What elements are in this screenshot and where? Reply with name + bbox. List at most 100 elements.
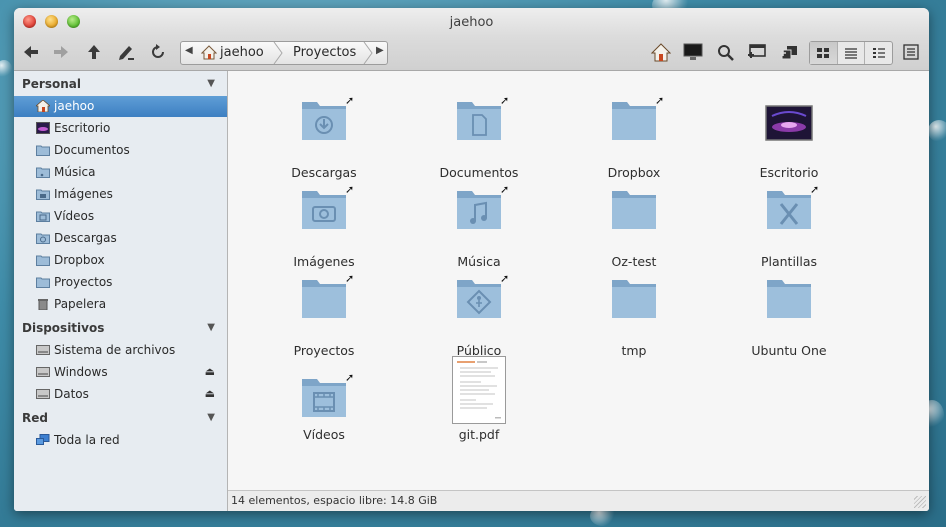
home-icon: [651, 42, 671, 61]
folder-pictures-icon: [302, 191, 346, 229]
file-item-descargas[interactable]: ➚ Descargas: [259, 94, 389, 182]
sidebar-item-imagenes[interactable]: Imágenes: [14, 184, 227, 205]
collapse-caret-icon[interactable]: ▼: [207, 322, 215, 333]
edit-location-button[interactable]: [115, 41, 137, 63]
arrow-right-icon: [54, 46, 68, 58]
menu-icon: [903, 44, 919, 60]
new-tab-icon: [748, 44, 766, 58]
sidebar-item-videos[interactable]: Vídeos: [14, 206, 227, 227]
arrow-up-icon: [88, 45, 100, 59]
new-window-icon: [780, 46, 797, 60]
new-tab-button[interactable]: [746, 41, 768, 63]
file-item-oz-test[interactable]: Oz-test: [569, 183, 699, 271]
icon-view-button[interactable]: [810, 42, 838, 64]
collapse-caret-icon[interactable]: ▼: [207, 78, 215, 89]
desktop-icon: [36, 122, 50, 134]
file-item-git-pdf[interactable]: git.pdf: [414, 355, 544, 443]
file-item-ubuntu-one[interactable]: Ubuntu One: [724, 272, 854, 360]
sidebar-item-sistema-de-archivos[interactable]: Sistema de archivos: [14, 340, 227, 361]
file-item-dropbox[interactable]: ➚ Dropbox: [569, 94, 699, 182]
sidebar-item-label: Documentos: [54, 143, 130, 157]
sidebar-item-label: Imágenes: [54, 187, 113, 201]
drive-icon: [36, 389, 50, 399]
sidebar-item-musica[interactable]: Música: [14, 162, 227, 183]
resize-grip[interactable]: [914, 496, 926, 508]
sidebar-item-jaehoo[interactable]: jaehoo: [14, 96, 227, 117]
compact-view-button[interactable]: [865, 42, 892, 64]
sidebar-section-personal[interactable]: Personal: [22, 77, 81, 91]
forward-button[interactable]: [50, 41, 72, 63]
window-title: jaehoo: [449, 15, 494, 30]
sidebar-item-documentos[interactable]: Documentos: [14, 140, 227, 161]
file-item-tmp[interactable]: tmp: [569, 272, 699, 360]
sidebar-item-datos[interactable]: Datos ⏏: [14, 384, 227, 405]
symlink-arrow-icon: ➚: [500, 183, 510, 196]
drive-icon: [36, 345, 50, 355]
sidebar-item-label: Dropbox: [54, 253, 105, 267]
monitor-icon: [683, 43, 703, 60]
breadcrumb-home-label: jaehoo: [220, 45, 264, 60]
sidebar-item-toda-la-red[interactable]: Toda la red: [14, 430, 227, 451]
list-view-button[interactable]: [838, 42, 866, 64]
breadcrumb-home[interactable]: jaehoo: [201, 45, 264, 60]
file-name: Imágenes: [293, 254, 355, 269]
home-icon: [36, 100, 50, 112]
reload-icon: [152, 44, 164, 58]
folder-videos-icon: [302, 379, 346, 417]
folder-icon: [36, 255, 50, 266]
folder-icon: [767, 280, 811, 318]
sidebar-section-dispositivos[interactable]: Dispositivos: [22, 321, 104, 335]
sidebar-item-label: Datos: [54, 387, 89, 401]
title-bar: jaehoo: [14, 8, 929, 36]
sidebar-item-label: Escritorio: [54, 121, 111, 135]
breadcrumb-current[interactable]: Proyectos: [293, 45, 356, 60]
up-button[interactable]: [83, 41, 105, 63]
file-item-imagenes[interactable]: ➚ Imágenes: [259, 183, 389, 271]
list-icon: [845, 48, 857, 59]
eject-icon[interactable]: ⏏: [205, 365, 215, 378]
background-drop: [0, 60, 12, 78]
folder-pictures-icon: [36, 189, 50, 200]
file-item-escritorio[interactable]: Escritorio: [724, 94, 854, 182]
search-button[interactable]: [714, 41, 736, 63]
drive-icon: [36, 367, 50, 377]
detail-list-icon: [872, 48, 885, 58]
file-name: Música: [457, 254, 501, 269]
menu-button[interactable]: [900, 41, 922, 63]
search-icon: [717, 44, 734, 61]
sidebar-item-descargas[interactable]: Descargas: [14, 228, 227, 249]
file-name: Oz-test: [611, 254, 657, 269]
file-item-videos[interactable]: ➚ Vídeos: [259, 371, 389, 459]
back-button[interactable]: [20, 41, 42, 63]
sidebar-item-label: Descargas: [54, 231, 117, 245]
sidebar-item-windows[interactable]: Windows ⏏: [14, 362, 227, 383]
file-item-publico[interactable]: ➚ Público: [414, 272, 544, 360]
collapse-caret-icon[interactable]: ▼: [207, 412, 215, 423]
symlink-arrow-icon: ➚: [345, 272, 355, 285]
file-item-musica[interactable]: ➚ Música: [414, 183, 544, 271]
file-item-plantillas[interactable]: ➚ Plantillas: [724, 183, 854, 271]
desktop-icon: [765, 105, 813, 141]
sidebar-item-escritorio[interactable]: Escritorio: [14, 118, 227, 139]
sidebar-item-proyectos[interactable]: Proyectos: [14, 272, 227, 293]
sidebar: Personal ▼ jaehoo Escritorio Documentos …: [14, 71, 228, 511]
file-name: Escritorio: [759, 165, 819, 180]
file-item-documentos[interactable]: ➚ Documentos: [414, 94, 544, 182]
folder-icon: [612, 280, 656, 318]
computer-button[interactable]: [682, 41, 704, 63]
sidebar-item-dropbox[interactable]: Dropbox: [14, 250, 227, 271]
file-name: git.pdf: [458, 427, 500, 442]
pdf-document-icon: [452, 356, 506, 424]
new-window-button[interactable]: [778, 41, 800, 63]
sidebar-item-papelera[interactable]: Papelera: [14, 294, 227, 315]
eject-icon[interactable]: ⏏: [205, 387, 215, 400]
folder-icon: [612, 102, 656, 140]
file-item-proyectos[interactable]: ➚ Proyectos: [259, 272, 389, 360]
symlink-arrow-icon: ➚: [345, 371, 355, 384]
home-button[interactable]: [650, 41, 672, 63]
breadcrumb-scroll-left-button[interactable]: ◀: [185, 45, 193, 56]
reload-button[interactable]: [147, 41, 169, 63]
breadcrumb-scroll-right-button[interactable]: ▶: [376, 45, 384, 56]
arrow-left-icon: [24, 46, 38, 58]
sidebar-section-red[interactable]: Red: [22, 411, 48, 425]
